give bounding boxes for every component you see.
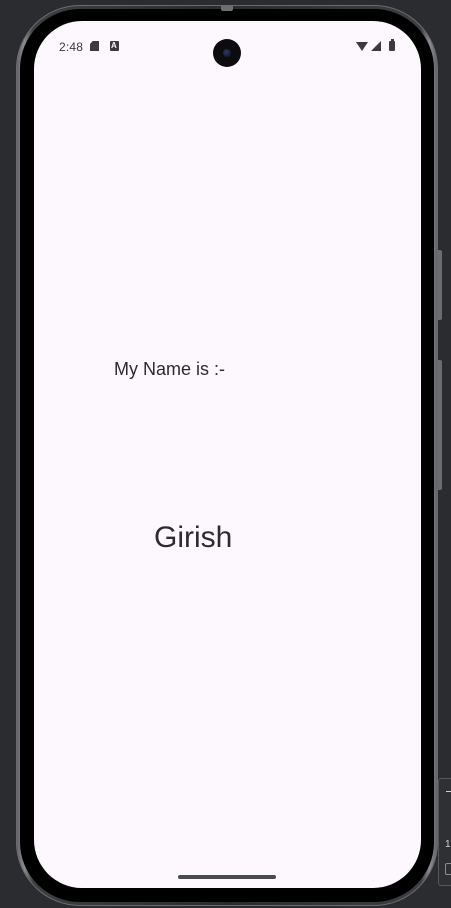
front-camera-icon xyxy=(213,39,241,67)
sd-card-icon xyxy=(90,41,99,51)
status-bar: 2:48 xyxy=(34,21,421,71)
gesture-nav-handle[interactable] xyxy=(178,875,276,879)
emulator-window: 1 2:48 My Name is :- Girish xyxy=(0,0,451,908)
phone-top-edge xyxy=(221,5,233,11)
minus-icon[interactable] xyxy=(446,791,451,792)
phone-screen: 2:48 My Name is :- Girish xyxy=(34,21,421,888)
wifi-icon xyxy=(356,42,368,51)
cellular-signal-icon xyxy=(371,41,381,51)
power-button[interactable] xyxy=(437,250,442,320)
battery-icon xyxy=(389,39,395,51)
window-icon[interactable] xyxy=(445,863,451,875)
name-label: My Name is :- xyxy=(114,359,226,379)
emulator-partial-text: 1 xyxy=(445,839,451,850)
status-time: 2:48 xyxy=(59,40,84,54)
auto-icon xyxy=(110,41,119,51)
name-value: Girish xyxy=(154,521,233,554)
emulator-toolbar-edge[interactable]: 1 xyxy=(438,778,451,886)
volume-button[interactable] xyxy=(437,360,442,490)
